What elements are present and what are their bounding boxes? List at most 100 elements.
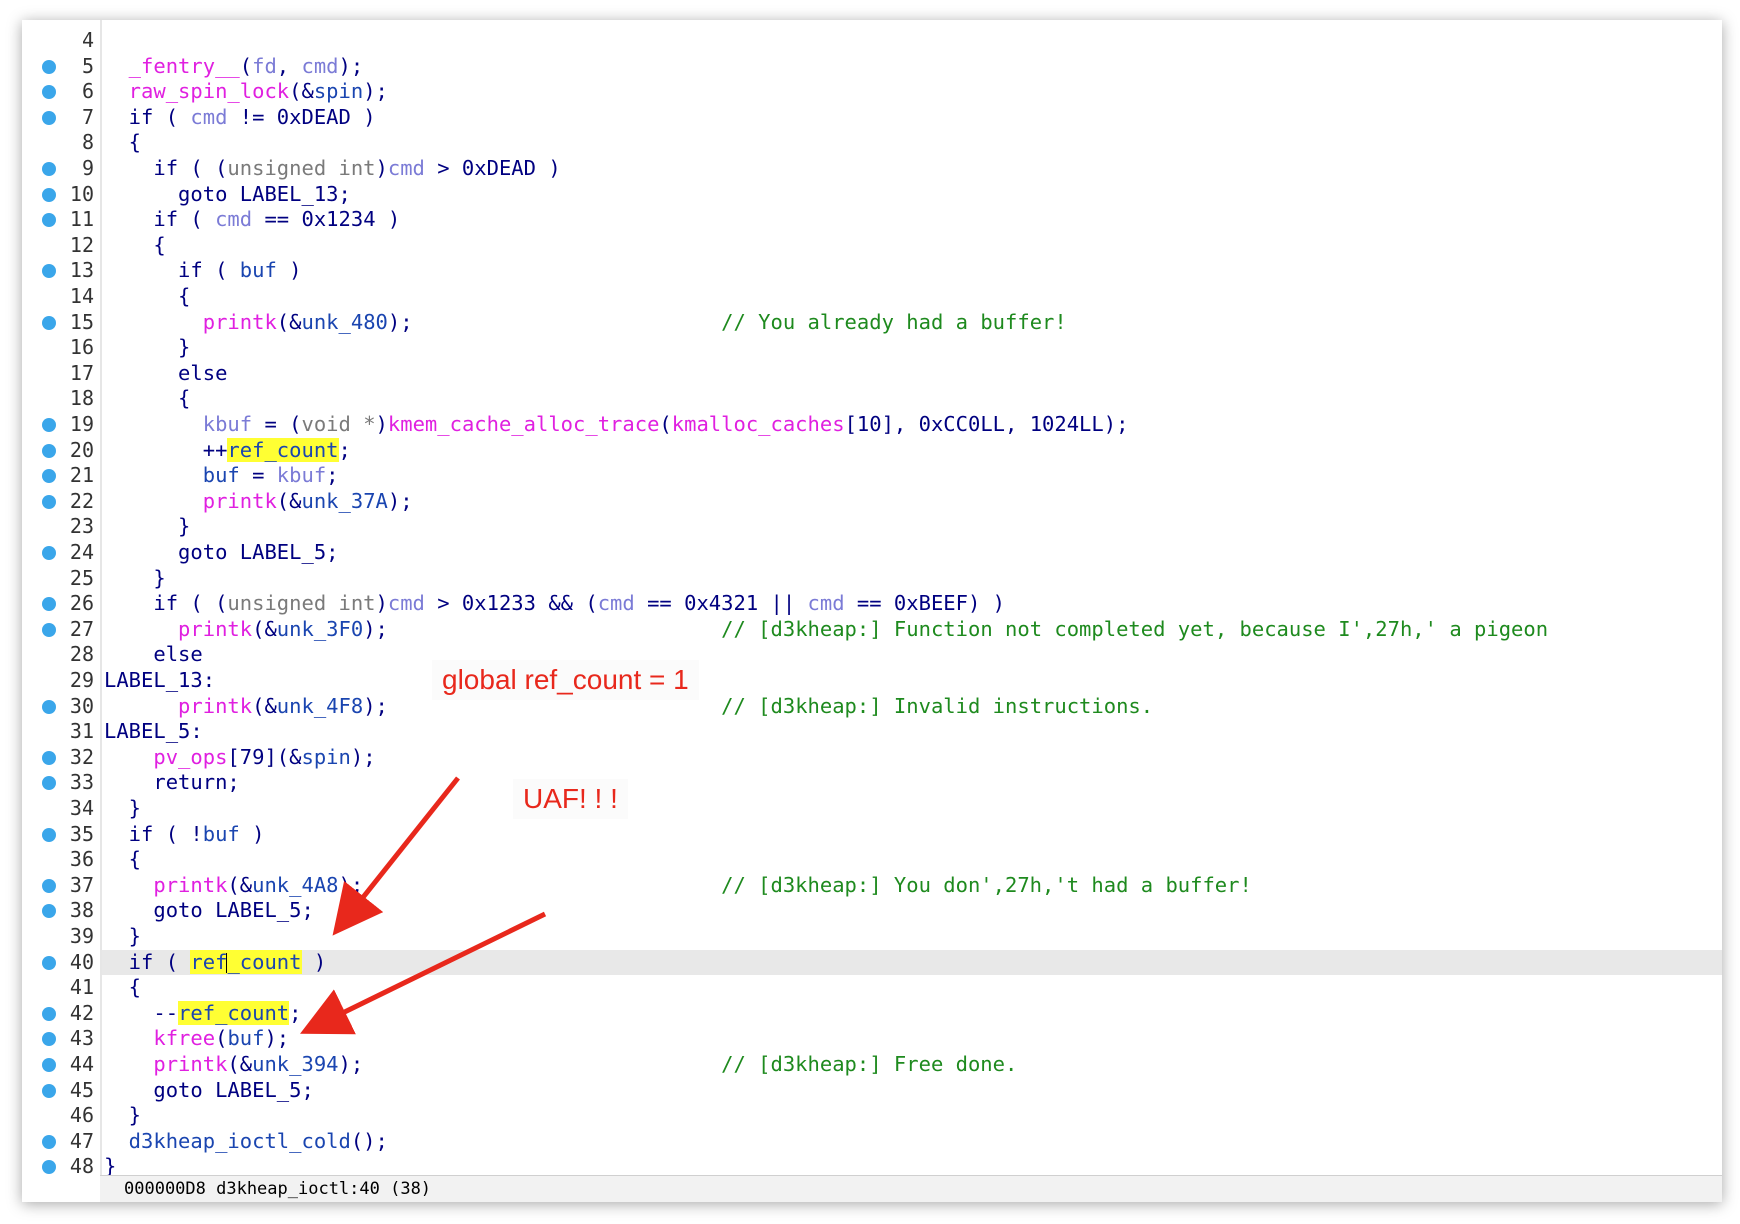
- code-text[interactable]: raw_spin_lock(&spin);: [102, 79, 1722, 105]
- code-text[interactable]: printk(&unk_4F8); // [d3kheap:] Invalid …: [102, 694, 1722, 720]
- breakpoint-dot-icon[interactable]: [42, 1160, 56, 1175]
- code-line[interactable]: 31 LABEL_5:: [22, 719, 1722, 745]
- code-line[interactable]: 20 ++ref_count;: [22, 437, 1722, 464]
- code-text[interactable]: {: [102, 975, 1722, 1001]
- code-text[interactable]: goto LABEL_5;: [102, 540, 1722, 566]
- code-text[interactable]: buf = kbuf;: [102, 463, 1722, 489]
- code-text[interactable]: }: [102, 1103, 1722, 1129]
- breakpoint-dot-icon[interactable]: [42, 827, 56, 842]
- code-line[interactable]: 29 LABEL_13:: [22, 668, 1722, 694]
- code-line[interactable]: 16 }: [22, 335, 1722, 361]
- code-text[interactable]: return;: [102, 770, 1722, 796]
- code-line[interactable]: 15 printk(&unk_480); // You already had …: [22, 310, 1722, 336]
- breakpoint-dot-icon[interactable]: [42, 1058, 56, 1072]
- code-text[interactable]: --ref_count;: [102, 1000, 1722, 1027]
- code-line[interactable]: 39 }: [22, 924, 1722, 950]
- breakpoint-dot-icon[interactable]: [42, 955, 56, 970]
- code-line[interactable]: 36 {: [22, 847, 1722, 873]
- code-text[interactable]: else: [102, 361, 1722, 387]
- code-line[interactable]: 26 if ( (unsigned int)cmd > 0x1233 && (c…: [22, 591, 1722, 617]
- code-text[interactable]: d3kheap_ioctl_cold();: [102, 1129, 1722, 1155]
- code-text[interactable]: ++ref_count;: [102, 437, 1722, 464]
- code-text[interactable]: {: [102, 233, 1722, 259]
- code-text[interactable]: LABEL_5:: [102, 719, 1722, 745]
- breakpoint-dot-icon[interactable]: [42, 1032, 56, 1047]
- code-line[interactable]: 45 goto LABEL_5;: [22, 1078, 1722, 1104]
- code-line[interactable]: 37 printk(&unk_4A8); // [d3kheap:] You d…: [22, 873, 1722, 899]
- breakpoint-dot-icon[interactable]: [42, 904, 56, 919]
- code-text[interactable]: {: [102, 386, 1722, 412]
- breakpoint-dot-icon[interactable]: [42, 776, 56, 791]
- breakpoint-dot-icon[interactable]: [42, 699, 56, 714]
- code-text[interactable]: }: [102, 796, 1722, 822]
- code-text[interactable]: printk(&unk_480); // You already had a b…: [102, 310, 1722, 336]
- code-line[interactable]: 47 d3kheap_ioctl_cold();: [22, 1129, 1722, 1155]
- code-line[interactable]: 7 if ( cmd != 0xDEAD ): [22, 105, 1722, 131]
- code-line[interactable]: 43 kfree(buf);: [22, 1026, 1722, 1052]
- code-line[interactable]: 38 goto LABEL_5;: [22, 898, 1722, 924]
- code-line[interactable]: 8 {: [22, 130, 1722, 156]
- code-text[interactable]: }: [102, 924, 1722, 950]
- code-text[interactable]: goto LABEL_5;: [102, 898, 1722, 924]
- code-line[interactable]: 22 printk(&unk_37A);: [22, 489, 1722, 515]
- code-line[interactable]: 42 --ref_count;: [22, 1000, 1722, 1027]
- code-line[interactable]: 19 kbuf = (void *)kmem_cache_alloc_trace…: [22, 412, 1722, 438]
- code-line[interactable]: 35 if ( !buf ): [22, 822, 1722, 848]
- breakpoint-dot-icon[interactable]: [42, 443, 56, 458]
- code-line[interactable]: 25 }: [22, 566, 1722, 592]
- code-line[interactable]: 10 goto LABEL_13;: [22, 182, 1722, 208]
- code-line[interactable]: 4: [22, 28, 1722, 54]
- code-line[interactable]: 34 }: [22, 796, 1722, 822]
- code-text[interactable]: {: [102, 284, 1722, 310]
- code-text[interactable]: goto LABEL_13;: [102, 182, 1722, 208]
- code-line[interactable]: 23 }: [22, 514, 1722, 540]
- code-text[interactable]: _fentry__(fd, cmd);: [102, 54, 1722, 80]
- breakpoint-dot-icon[interactable]: [42, 85, 56, 100]
- breakpoint-dot-icon[interactable]: [42, 110, 56, 125]
- code-text[interactable]: if ( (unsigned int)cmd > 0xDEAD ): [102, 156, 1722, 182]
- code-line[interactable]: 40 if ( ref_count ): [22, 949, 1722, 976]
- breakpoint-dot-icon[interactable]: [42, 622, 56, 637]
- breakpoint-dot-icon[interactable]: [42, 1083, 56, 1098]
- breakpoint-dot-icon[interactable]: [42, 878, 56, 893]
- code-text[interactable]: goto LABEL_5;: [102, 1078, 1722, 1104]
- breakpoint-dot-icon[interactable]: [42, 597, 56, 612]
- code-line[interactable]: 33 return;: [22, 770, 1722, 796]
- code-text[interactable]: pv_ops[79](&spin);: [102, 745, 1722, 771]
- breakpoint-dot-icon[interactable]: [42, 469, 56, 484]
- breakpoint-dot-icon[interactable]: [42, 750, 56, 765]
- code-line[interactable]: 14 {: [22, 284, 1722, 310]
- breakpoint-dot-icon[interactable]: [42, 187, 56, 202]
- code-text[interactable]: LABEL_13:: [102, 668, 1722, 694]
- breakpoint-dot-icon[interactable]: [42, 264, 56, 279]
- code-text[interactable]: if ( buf ): [102, 258, 1722, 284]
- code-text[interactable]: {: [102, 130, 1722, 156]
- code-line[interactable]: 17 else: [22, 361, 1722, 387]
- breakpoint-dot-icon[interactable]: [42, 418, 56, 432]
- code-text[interactable]: printk(&unk_394); // [d3kheap:] Free don…: [102, 1052, 1722, 1078]
- code-text[interactable]: printk(&unk_37A);: [102, 489, 1722, 515]
- code-text[interactable]: }: [102, 514, 1722, 540]
- code-text[interactable]: }: [102, 566, 1722, 592]
- code-text[interactable]: printk(&unk_3F0); // [d3kheap:] Function…: [102, 617, 1722, 643]
- code-text[interactable]: else: [102, 642, 1722, 668]
- code-line[interactable]: 6 raw_spin_lock(&spin);: [22, 79, 1722, 105]
- code-line[interactable]: 12 {: [22, 233, 1722, 259]
- code-text[interactable]: if ( ref_count ): [102, 949, 1722, 976]
- code-text[interactable]: {: [102, 847, 1722, 873]
- breakpoint-dot-icon[interactable]: [42, 494, 56, 509]
- code-line[interactable]: 32 pv_ops[79](&spin);: [22, 745, 1722, 771]
- code-line[interactable]: 28 else: [22, 642, 1722, 668]
- code-line[interactable]: 24 goto LABEL_5;: [22, 540, 1722, 566]
- code-line[interactable]: 9 if ( (unsigned int)cmd > 0xDEAD ): [22, 156, 1722, 182]
- code-text[interactable]: kfree(buf);: [102, 1026, 1722, 1052]
- breakpoint-dot-icon[interactable]: [42, 315, 56, 330]
- pseudocode-view[interactable]: 45 _fentry__(fd, cmd); 6 raw_spin_lock(&s…: [22, 20, 1722, 1178]
- code-line[interactable]: 13 if ( buf ): [22, 258, 1722, 284]
- breakpoint-dot-icon[interactable]: [42, 213, 56, 228]
- breakpoint-dot-icon[interactable]: [42, 1006, 56, 1021]
- code-text[interactable]: }: [102, 335, 1722, 361]
- code-line[interactable]: 30 printk(&unk_4F8); // [d3kheap:] Inval…: [22, 694, 1722, 720]
- code-line[interactable]: 44 printk(&unk_394); // [d3kheap:] Free …: [22, 1052, 1722, 1078]
- code-line[interactable]: 41 {: [22, 975, 1722, 1001]
